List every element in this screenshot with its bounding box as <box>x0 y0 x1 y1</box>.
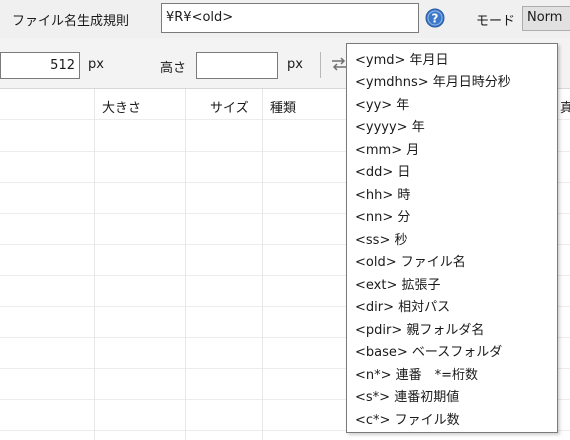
svg-text:?: ? <box>432 12 439 26</box>
width-unit: px <box>88 57 104 72</box>
height-input[interactable] <box>196 52 278 79</box>
column-divider <box>185 89 186 440</box>
toolbar-divider <box>320 52 321 78</box>
top-bar: ファイル名生成規則 ¥R¥<old> ? モード Norm <box>0 0 570 39</box>
mode-label: モード <box>476 14 516 29</box>
token-help-popup: <ymd> 年月日 <ymdhns> 年月日時分秒 <yy> 年 <yyyy> … <box>346 43 558 433</box>
popup-item[interactable]: <ext> 拡張子 <box>355 274 440 293</box>
popup-item[interactable]: <yy> 年 <box>355 94 409 113</box>
popup-item[interactable]: <ymdhns> 年月日時分秒 <box>355 71 511 90</box>
popup-item[interactable]: <pdir> 親フォルダ名 <box>355 319 484 338</box>
column-header-size[interactable]: 大きさ <box>102 97 141 116</box>
popup-item[interactable]: <old> ファイル名 <box>355 251 466 270</box>
question-circle-icon: ? <box>425 8 445 28</box>
popup-item[interactable]: <base> ベースフォルダ <box>355 341 502 360</box>
mode-dropdown[interactable]: Norm <box>522 6 570 31</box>
width-input[interactable]: 512 <box>0 52 80 79</box>
column-divider <box>94 89 95 440</box>
column-header-filesize[interactable]: サイズ <box>210 97 249 116</box>
height-unit: px <box>287 57 303 72</box>
help-icon[interactable]: ? <box>424 7 446 29</box>
popup-item[interactable]: <ymd> 年月日 <box>355 49 449 68</box>
popup-item[interactable]: <dir> 相対パス <box>355 296 450 315</box>
popup-item[interactable]: <c*> ファイル数 <box>355 409 460 428</box>
height-label: 高さ <box>160 61 187 76</box>
filename-rule-input[interactable]: ¥R¥<old> <box>161 3 419 33</box>
column-divider <box>262 89 263 440</box>
popup-item[interactable]: <hh> 時 <box>355 184 410 203</box>
popup-item[interactable]: <ss> 秒 <box>355 229 407 248</box>
column-header-type[interactable]: 種類 <box>270 97 296 116</box>
popup-item[interactable]: <yyyy> 年 <box>355 116 425 135</box>
filename-rule-label: ファイル名生成規則 <box>12 14 130 29</box>
popup-item[interactable]: <dd> 日 <box>355 161 410 180</box>
popup-item[interactable]: <nn> 分 <box>355 206 410 225</box>
popup-item[interactable]: <n*> 連番 *=桁数 <box>355 364 478 383</box>
popup-item[interactable]: <s*> 連番初期値 <box>355 386 459 405</box>
popup-item[interactable]: <mm> 月 <box>355 139 419 158</box>
column-header-photo[interactable]: 真 <box>560 97 570 116</box>
